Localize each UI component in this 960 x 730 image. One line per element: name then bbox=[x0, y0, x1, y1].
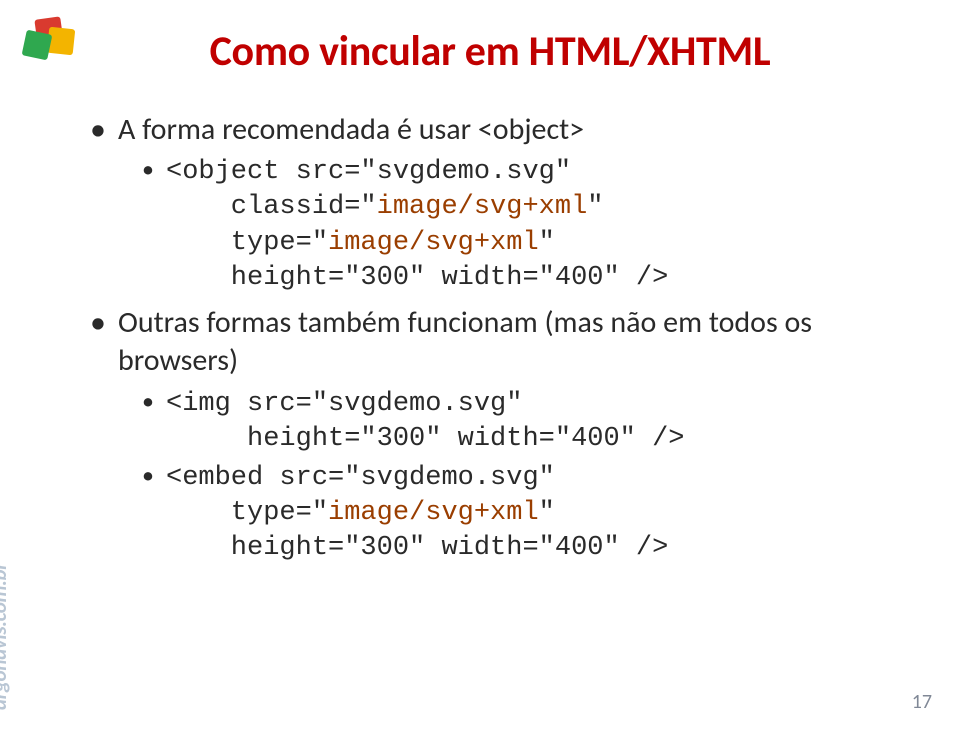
bullet-2: Outras formas também funcionam (mas não … bbox=[90, 304, 890, 566]
logo-icon bbox=[18, 14, 80, 71]
page-number: 17 bbox=[912, 690, 932, 714]
bullet-2-text: Outras formas também funcionam (mas não … bbox=[118, 304, 812, 379]
bullet-2-code-1: <img src="svgdemo.svg" height="300" widt… bbox=[142, 387, 890, 457]
bullet-1: A forma recomendada é usar <object> <obj… bbox=[90, 111, 890, 296]
slide-title: Como vincular em HTML/XHTML bbox=[90, 26, 890, 77]
bullet-1-code: <object src="svgdemo.svg" classid="image… bbox=[142, 155, 890, 295]
bullet-2-code-2: <embed src="svgdemo.svg" type="image/svg… bbox=[142, 461, 890, 566]
watermark: argonavis.com.br bbox=[0, 563, 12, 710]
bullet-1-text: A forma recomendada é usar <object> bbox=[118, 111, 584, 148]
slide-body: A forma recomendada é usar <object> <obj… bbox=[90, 111, 890, 566]
